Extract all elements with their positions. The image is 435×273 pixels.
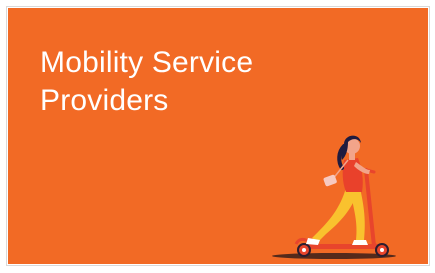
card-banner: Mobility Service Providers <box>8 8 428 264</box>
rider-figure <box>306 135 370 245</box>
card-title-line-2: Providers <box>40 84 169 117</box>
woman-riding-scooter-illustration <box>272 135 396 259</box>
card-title-line-1: Mobility Service <box>40 46 254 79</box>
card-title: Mobility Service Providers <box>40 44 320 120</box>
mobility-service-providers-card[interactable]: Mobility Service Providers <box>6 6 430 266</box>
